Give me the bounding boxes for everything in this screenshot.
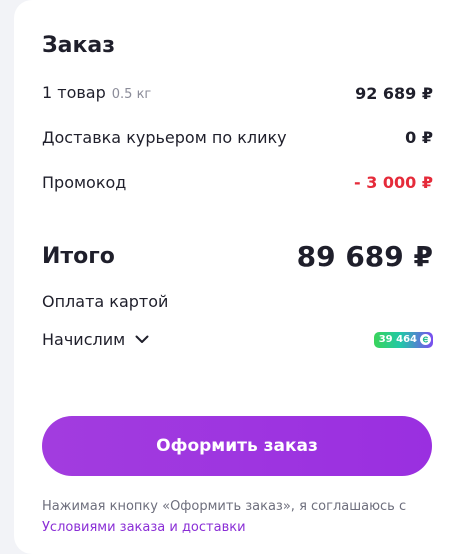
order-summary-card: Заказ 1 товар 0.5 кг 92 689 ₽ Доставка ку… [14,0,455,554]
items-price: 92 689 ₽ [355,84,433,103]
order-title: Заказ [42,33,116,58]
promo-discount: - 3 000 ₽ [353,173,433,192]
delivery-label: Доставка курьером по клику [42,128,287,147]
delivery-price: 0 ₽ [405,128,433,147]
total-label: Итого [42,244,115,269]
items-label-group: 1 товар 0.5 кг [42,82,151,106]
bonus-expand-toggle[interactable]: Начислим [42,330,149,349]
total-row: Итого 89 689 ₽ [42,240,433,273]
legal-text: Нажимая кнопку «Оформить заказ», я согла… [42,499,407,514]
bonus-points-badge: 39 464 [373,331,433,348]
bonus-row: Начислим 39 464 [42,330,433,349]
bonus-coin-icon [420,334,431,345]
checkout-button[interactable]: Оформить заказ [42,416,432,476]
payment-method: Оплата картой [42,292,169,311]
items-label: 1 товар [42,83,106,102]
promo-row: Промокод - 3 000 ₽ [42,172,433,194]
total-price: 89 689 ₽ [296,240,433,273]
promo-label: Промокод [42,173,127,192]
bonus-amount: 39 464 [378,333,417,345]
delivery-row: Доставка курьером по клику 0 ₽ [42,127,433,149]
bonus-label: Начислим [42,330,126,349]
items-weight: 0.5 кг [111,87,152,102]
legal-notice: Нажимая кнопку «Оформить заказ», я согла… [42,496,442,538]
terms-link[interactable]: Условиями заказа и доставки [42,520,246,535]
chevron-down-icon [135,335,149,343]
items-row: 1 товар 0.5 кг 92 689 ₽ [42,82,433,106]
